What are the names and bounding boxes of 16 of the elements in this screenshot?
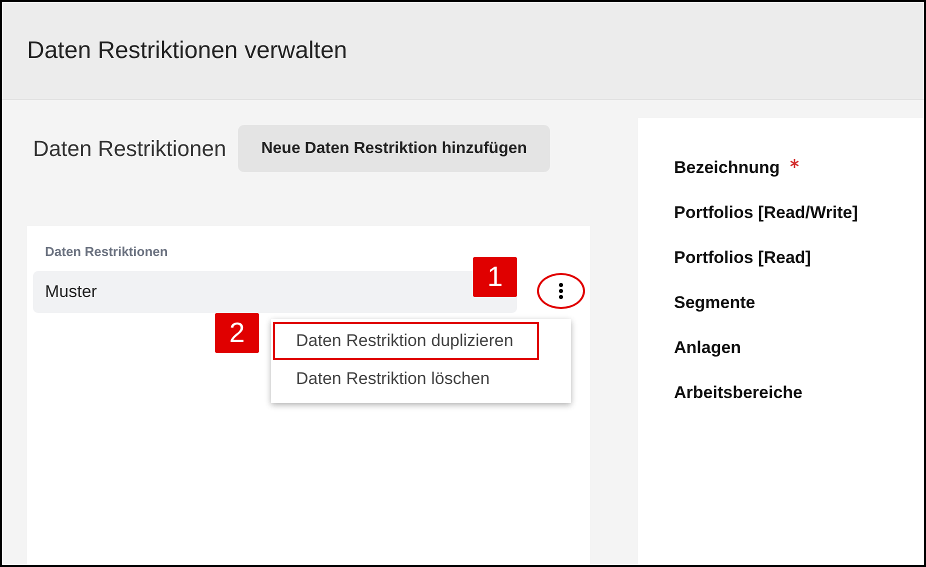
menu-item[interactable]: Daten Restriktion löschen: [273, 360, 569, 398]
field-label: Bezeichnung: [674, 158, 780, 178]
field-label: Anlagen: [674, 338, 742, 358]
field-label: Segmente: [674, 293, 756, 313]
add-button[interactable]: Neue Daten Restriktion hinzufügen: [238, 125, 550, 172]
section-title: Daten Restriktionen: [33, 136, 226, 162]
menu-item[interactable]: Daten Restriktion duplizieren: [273, 322, 539, 360]
page-title: Daten Restriktionen verwalten: [27, 36, 348, 64]
callout-badge: 1: [473, 257, 517, 297]
callout-badge: 2: [215, 313, 259, 353]
more-button[interactable]: [537, 273, 585, 309]
field-label: Arbeitsbereiche: [674, 383, 802, 403]
list-heading: Daten Restriktionen: [45, 244, 169, 259]
more-icon: [559, 283, 563, 299]
field-label: Portfolios [Read/Write]: [674, 203, 858, 223]
field-label: Portfolios [Read]: [674, 248, 811, 268]
